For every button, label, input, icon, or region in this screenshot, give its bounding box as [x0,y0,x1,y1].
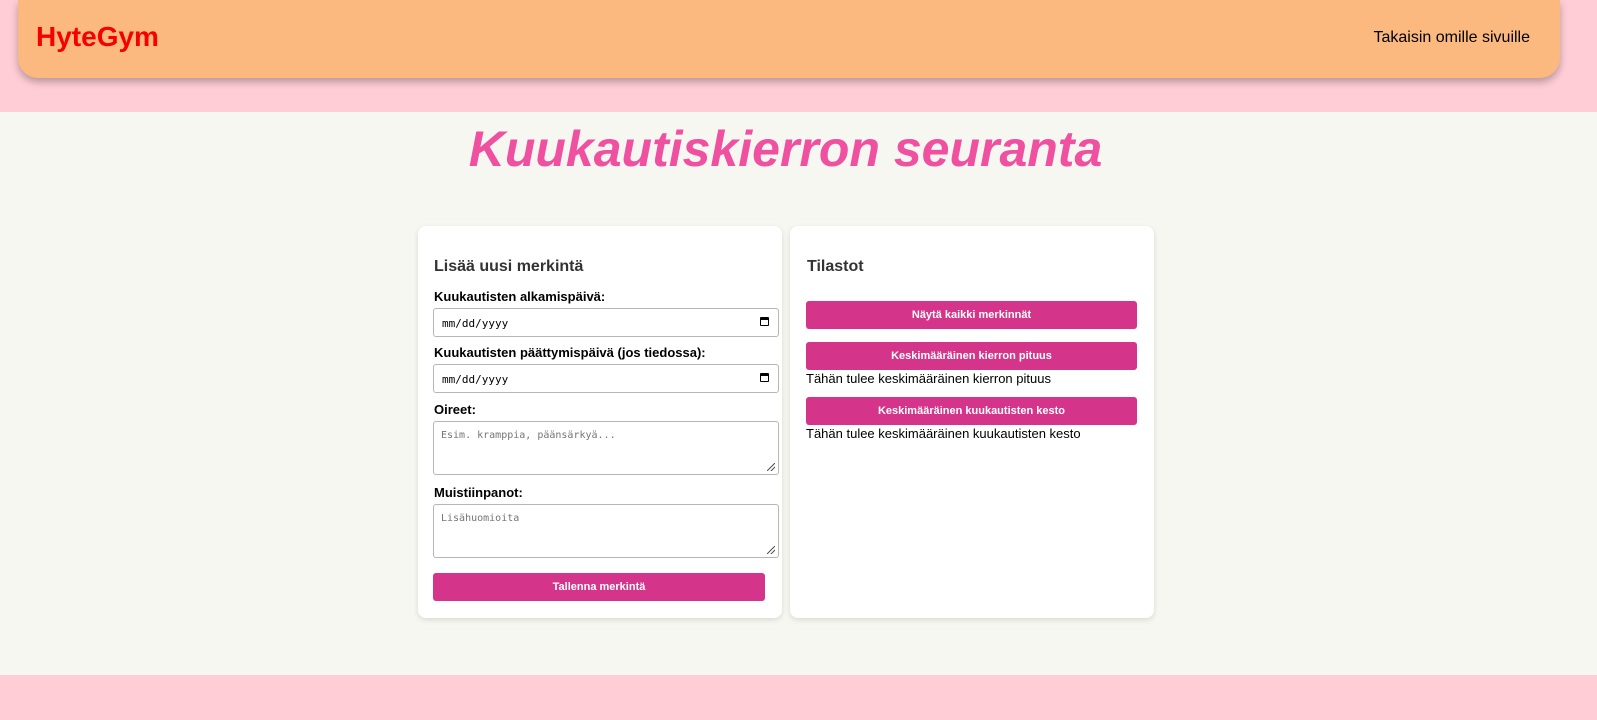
calendar-icon[interactable] [760,317,769,326]
save-entry-button[interactable]: Tallenna merkintä [433,573,765,601]
site-footer [0,675,1597,720]
start-date-value: mm/dd/yyyy [442,317,509,330]
resize-handle-icon[interactable] [767,546,775,554]
page: HyteGym Takaisin omille sivuille Kuukaut… [0,0,1597,720]
average-period-duration-result: Tähän tulee keskimääräinen kuukautisten … [806,426,1081,441]
average-cycle-length-button[interactable]: Keskimääräinen kierron pituus [806,342,1137,370]
back-to-own-pages-link[interactable]: Takaisin omille sivuille [1374,29,1531,47]
start-date-label: Kuukautisten alkamispäivä: [434,289,606,304]
symptoms-label: Oireet: [434,402,476,417]
new-entry-card: Lisää uusi merkintä Kuukautisten alkamis… [418,226,782,618]
notes-label: Muistiinpanot: [434,485,523,500]
new-entry-title: Lisää uusi merkintä [434,258,584,275]
statistics-card: Tilastot Näytä kaikki merkinnät Keskimää… [790,226,1154,618]
site-header: HyteGym Takaisin omille sivuille [18,0,1560,78]
end-date-label: Kuukautisten päättymispäivä (jos tiedoss… [434,345,706,360]
notes-textarea[interactable] [433,504,779,558]
calendar-icon[interactable] [760,373,769,382]
end-date-value: mm/dd/yyyy [442,373,509,386]
average-cycle-length-result: Tähän tulee keskimääräinen kierron pituu… [806,371,1051,386]
resize-handle-icon[interactable] [767,463,775,471]
start-date-input[interactable]: mm/dd/yyyy [433,308,779,337]
end-date-input[interactable]: mm/dd/yyyy [433,364,779,393]
statistics-title: Tilastot [807,258,864,275]
page-title: Kuukautiskierron seuranta [468,121,1103,177]
show-all-entries-button[interactable]: Näytä kaikki merkinnät [806,301,1137,329]
average-period-duration-button[interactable]: Keskimääräinen kuukautisten kesto [806,397,1137,425]
symptoms-textarea[interactable] [433,421,779,475]
notes-field-wrap [418,504,782,558]
logo[interactable]: HyteGym [36,21,159,53]
symptoms-field-wrap [418,421,782,475]
main-content: Kuukautiskierron seuranta Lisää uusi mer… [0,112,1597,675]
